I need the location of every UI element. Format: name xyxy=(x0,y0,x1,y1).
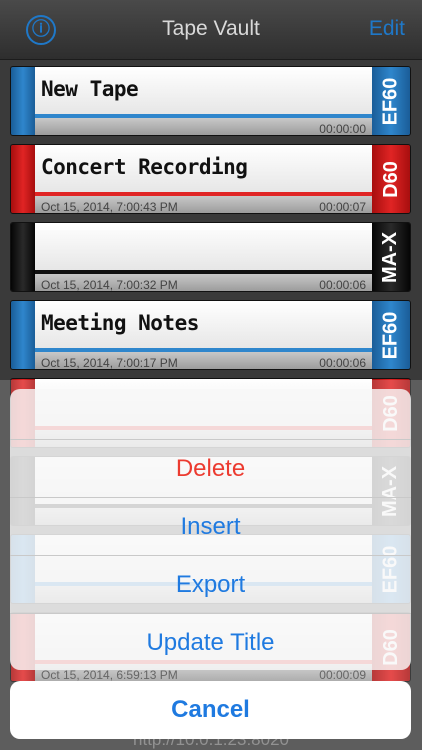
tape-label: Oct 15, 2014, 7:00:32 PM 00:00:06 xyxy=(35,223,372,291)
tape-duration: 00:00:06 xyxy=(319,356,366,370)
nav-bar: ⓘ Tape Vault Edit xyxy=(0,0,422,60)
tape-color-strip xyxy=(11,301,35,369)
tape-duration: 00:00:06 xyxy=(319,278,366,292)
action-sheet: Delete Insert Export Update Title xyxy=(10,389,411,670)
tape-title: New Tape xyxy=(41,77,139,101)
tape-item[interactable]: Meeting Notes Oct 15, 2014, 7:00:17 PM 0… xyxy=(10,300,411,370)
tape-date: Oct 15, 2014, 7:00:43 PM xyxy=(41,200,178,214)
tape-color-strip xyxy=(11,145,35,213)
tape-type-badge: D60 xyxy=(372,145,410,213)
tape-color-strip xyxy=(11,67,35,135)
tape-title: Concert Recording xyxy=(41,155,248,179)
tape-label: Concert Recording Oct 15, 2014, 7:00:43 … xyxy=(35,145,372,213)
tape-label: New Tape 00:00:00 xyxy=(35,67,372,135)
export-button[interactable]: Export xyxy=(10,555,411,613)
update-title-button[interactable]: Update Title xyxy=(10,613,411,670)
tape-type-badge: MA-X xyxy=(372,223,410,291)
tape-date: Oct 15, 2014, 7:00:32 PM xyxy=(41,278,178,292)
tape-label: Meeting Notes Oct 15, 2014, 7:00:17 PM 0… xyxy=(35,301,372,369)
page-title: Tape Vault xyxy=(162,17,260,40)
tape-item[interactable]: Concert Recording Oct 15, 2014, 7:00:43 … xyxy=(10,144,411,214)
tape-color-strip xyxy=(11,223,35,291)
delete-button[interactable]: Delete xyxy=(10,439,411,497)
insert-button[interactable]: Insert xyxy=(10,497,411,555)
cancel-button[interactable]: Cancel xyxy=(10,681,411,739)
tape-duration: 00:00:00 xyxy=(319,122,366,136)
tape-item[interactable]: Oct 15, 2014, 7:00:32 PM 00:00:06 MA-X xyxy=(10,222,411,292)
tape-title: Meeting Notes xyxy=(41,311,199,335)
edit-button[interactable]: Edit xyxy=(369,17,405,41)
tape-item[interactable]: New Tape 00:00:00 EF60 xyxy=(10,66,411,136)
tape-type-badge: EF60 xyxy=(372,301,410,369)
tape-type-badge: EF60 xyxy=(372,67,410,135)
tape-duration: 00:00:07 xyxy=(319,200,366,214)
tape-date: Oct 15, 2014, 7:00:17 PM xyxy=(41,356,178,370)
